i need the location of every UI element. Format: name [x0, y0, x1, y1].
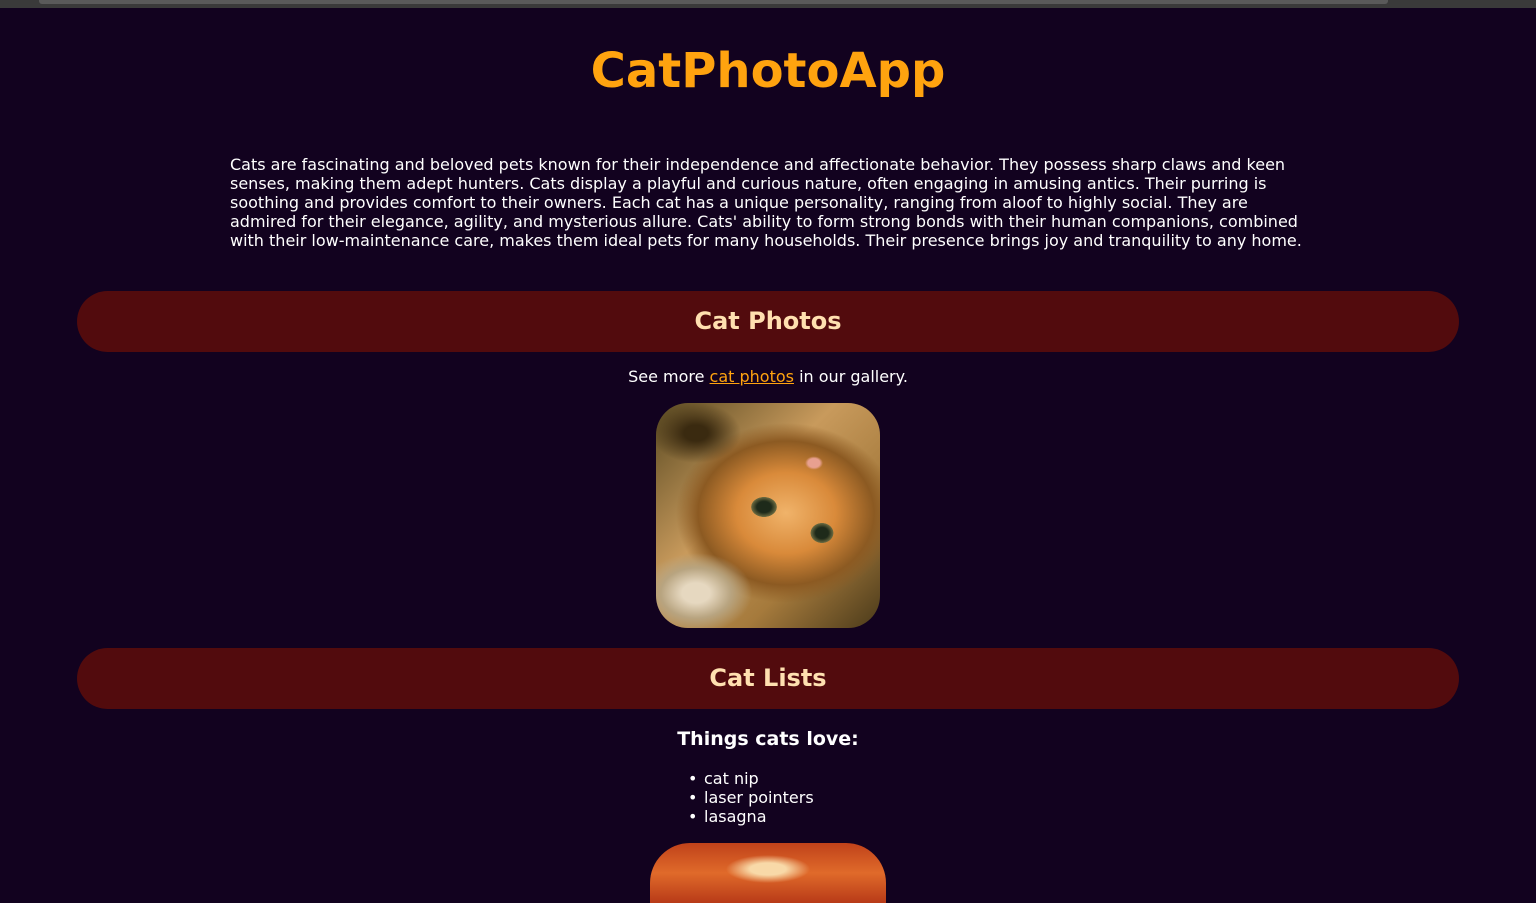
see-more-suffix: in our gallery.	[794, 367, 908, 386]
intro-paragraph: Cats are fascinating and beloved pets kn…	[230, 155, 1302, 250]
things-cats-love-list: cat nip laser pointers lasagna	[688, 769, 814, 826]
cat-lists-heading: Cat Lists	[77, 648, 1459, 709]
see-more-prefix: See more	[628, 367, 710, 386]
cat-photos-heading: Cat Photos	[77, 291, 1459, 352]
see-more-text: See more cat photos in our gallery.	[0, 367, 1536, 387]
browser-scrollbar-track[interactable]	[0, 0, 1536, 8]
app-title: CatPhotoApp	[590, 43, 946, 99]
list-item: laser pointers	[688, 788, 814, 807]
browser-scrollbar-thumb[interactable]	[39, 0, 1388, 4]
list-item: cat nip	[688, 769, 814, 788]
things-cats-love-heading: Things cats love:	[677, 728, 859, 750]
cat-photos-link[interactable]: cat photos	[710, 367, 794, 386]
list-item: lasagna	[688, 807, 814, 826]
kitten-photo[interactable]	[656, 403, 880, 628]
lasagna-photo[interactable]	[650, 843, 886, 903]
